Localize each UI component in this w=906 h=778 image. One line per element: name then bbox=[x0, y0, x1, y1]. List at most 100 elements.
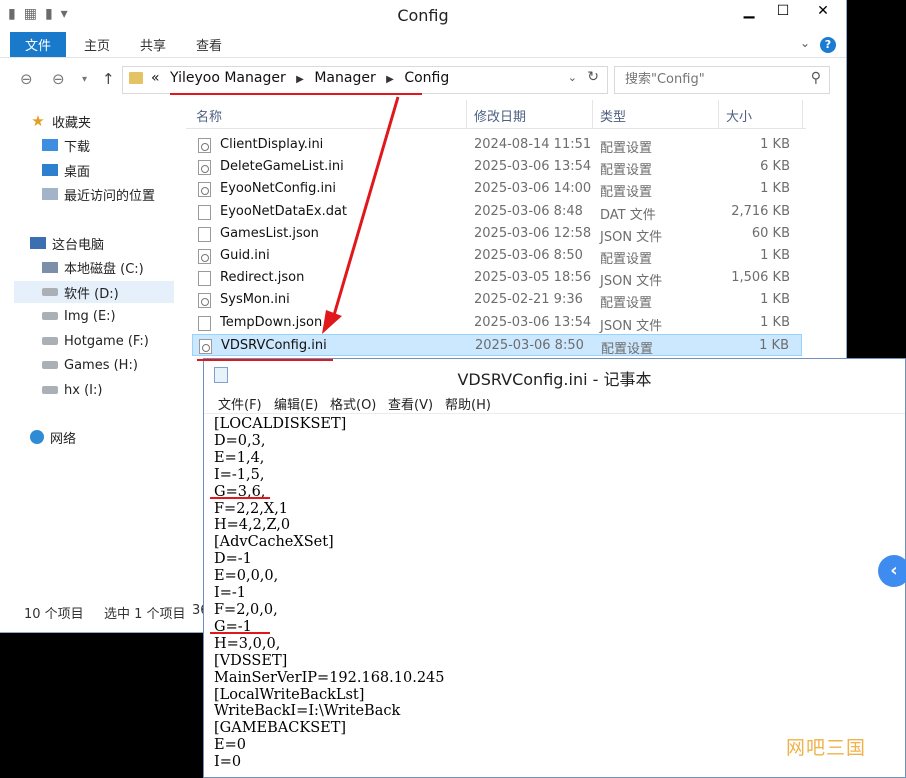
column-header-size[interactable]: 大小 bbox=[726, 106, 752, 125]
maximize-button[interactable]: ☐ bbox=[766, 0, 800, 22]
file-type: 配置设置 bbox=[600, 185, 653, 201]
file-row[interactable]: EyooNetConfig.ini 2025-03-06 14:00 配置设置 1 K… bbox=[192, 178, 802, 200]
menu-help[interactable]: 帮助(H) bbox=[445, 394, 491, 413]
file-name: Redirect.json bbox=[220, 270, 305, 286]
forward-arrow-icon[interactable]: ⊖ bbox=[52, 70, 65, 88]
explorer-titlebar: ▮ ▦ ▮ ▾ Config ▁ ☐ ✕ bbox=[0, 0, 846, 32]
notepad-text-area[interactable]: [LOCALDISKSET] D=0,3, E=1,4, I=-1,5, G=3… bbox=[214, 416, 445, 771]
sidebar-item-label: Hotgame (F:) bbox=[64, 333, 149, 349]
window-title: Config bbox=[397, 6, 449, 25]
breadcrumb-config[interactable]: Config bbox=[404, 70, 449, 86]
sidebar-item-favorites[interactable]: ★ 收藏夹 bbox=[30, 110, 91, 132]
sidebar-item-desktop[interactable]: 桌面 bbox=[42, 159, 90, 181]
tab-share[interactable]: 共享 bbox=[140, 35, 166, 54]
refresh-icon[interactable]: ↻ bbox=[587, 69, 599, 85]
file-size: 2,716 KB bbox=[731, 203, 790, 219]
drive-icon bbox=[42, 288, 58, 296]
file-row[interactable]: EyooNetDataEx.dat 2025-03-06 8:48 DAT 文件 2,… bbox=[192, 201, 802, 223]
sidebar-item-drive-d[interactable]: 软件 (D:) bbox=[14, 281, 174, 303]
search-icon[interactable]: ⚲ bbox=[811, 70, 821, 86]
file-row[interactable]: ClientDisplay.ini 2024-08-14 11:51 配置设置 1 K… bbox=[192, 134, 802, 156]
file-row[interactable]: SysMon.ini 2025-02-21 9:36 配置设置 1 KB bbox=[192, 289, 802, 311]
file-name: DeleteGameList.ini bbox=[220, 159, 344, 175]
file-date: 2025-03-06 14:00 bbox=[474, 181, 592, 197]
column-header-type[interactable]: 类型 bbox=[600, 106, 626, 125]
sidebar-item-label: 收藏夹 bbox=[52, 115, 92, 131]
folder-icon bbox=[129, 72, 143, 84]
drive-icon bbox=[42, 386, 58, 394]
back-arrow-icon[interactable]: ⊖ bbox=[20, 70, 33, 88]
file-row[interactable]: TempDown.json 2025-03-06 13:54 JSON 文件 1 KB bbox=[192, 312, 802, 334]
up-arrow-icon[interactable]: ↑ bbox=[102, 70, 115, 88]
side-collapse-button[interactable]: ‹ bbox=[878, 555, 906, 587]
file-name: Guid.ini bbox=[220, 248, 270, 263]
file-row[interactable]: Guid.ini 2025-03-06 8:50 配置设置 1 KB bbox=[192, 245, 802, 267]
sidebar-item-drive-h[interactable]: Games (H:) bbox=[42, 354, 138, 376]
menu-edit[interactable]: 编辑(E) bbox=[274, 394, 318, 413]
file-date: 2025-03-06 8:50 bbox=[474, 248, 583, 263]
chevron-right-icon[interactable]: ▶ bbox=[296, 74, 304, 85]
column-divider[interactable] bbox=[592, 100, 593, 128]
sidebar-item-label: hx (I:) bbox=[64, 382, 103, 398]
expand-ribbon-icon[interactable]: ⌄ bbox=[800, 36, 810, 50]
watermark-logo: 网吧三国 bbox=[786, 737, 867, 759]
column-headers: 名称 修改日期 类型 大小 bbox=[186, 100, 806, 129]
breadcrumb-overflow[interactable]: « bbox=[151, 70, 160, 86]
notepad-title: VDSRVConfig.ini - 记事本 bbox=[457, 370, 652, 389]
tab-view[interactable]: 查看 bbox=[196, 35, 222, 54]
desktop-icon bbox=[42, 164, 58, 176]
drive-icon bbox=[42, 312, 58, 320]
sidebar-item-downloads[interactable]: 下载 bbox=[42, 134, 90, 156]
recent-locations-icon[interactable]: ▾ bbox=[82, 74, 87, 85]
file-type: 配置设置 bbox=[600, 296, 653, 312]
sidebar-item-drive-f[interactable]: Hotgame (F:) bbox=[42, 330, 149, 352]
breadcrumb-manager[interactable]: Manager bbox=[314, 70, 375, 86]
search-input[interactable] bbox=[623, 71, 797, 88]
file-icon bbox=[198, 315, 211, 331]
tab-file[interactable]: 文件 bbox=[10, 32, 66, 57]
config-file-icon bbox=[198, 249, 211, 264]
minimize-button[interactable]: ▁ bbox=[732, 0, 766, 22]
column-divider[interactable] bbox=[466, 100, 467, 128]
sidebar-item-recent[interactable]: 最近访问的位置 bbox=[42, 183, 155, 205]
ribbon-tabs: 文件 主页 共享 查看 ⌄ ? bbox=[0, 32, 846, 58]
sidebar-item-drive-c[interactable]: 本地磁盘 (C:) bbox=[42, 256, 144, 278]
file-row[interactable]: VDSRVConfig.ini 2025-03-06 8:50 配置设置 1 KB bbox=[192, 333, 802, 357]
sidebar-item-drive-e[interactable]: Img (E:) bbox=[42, 305, 116, 327]
config-file-icon bbox=[198, 182, 211, 198]
column-header-date[interactable]: 修改日期 bbox=[474, 106, 526, 125]
file-size: 1,506 KB bbox=[731, 270, 790, 286]
sidebar-item-drive-i[interactable]: hx (I:) bbox=[42, 379, 102, 401]
file-row[interactable]: Redirect.json 2025-03-05 18:56 JSON 文件 1,50… bbox=[192, 267, 802, 289]
breadcrumb-yileyoo-manager[interactable]: Yileyoo Manager bbox=[170, 70, 286, 86]
notepad-titlebar: VDSRVConfig.ini - 记事本 bbox=[204, 359, 905, 391]
menu-format[interactable]: 格式(O) bbox=[330, 394, 376, 413]
file-type: JSON 文件 bbox=[600, 229, 663, 245]
config-file-icon bbox=[198, 138, 211, 153]
file-row[interactable]: DeleteGameList.ini 2025-03-06 13:54 配置设置 6 … bbox=[192, 156, 802, 178]
menu-file[interactable]: 文件(F) bbox=[218, 394, 262, 413]
column-divider[interactable] bbox=[802, 100, 803, 128]
sidebar-item-this-pc[interactable]: 这台电脑 bbox=[30, 232, 104, 254]
file-date: 2025-03-06 13:54 bbox=[474, 159, 592, 175]
tab-home[interactable]: 主页 bbox=[84, 35, 110, 54]
column-header-name[interactable]: 名称 bbox=[196, 106, 222, 125]
sidebar-item-label: Games (H:) bbox=[64, 357, 138, 373]
chevron-down-icon[interactable]: ⌄ bbox=[568, 71, 577, 84]
help-icon[interactable]: ? bbox=[820, 37, 836, 53]
file-size: 6 KB bbox=[760, 159, 790, 175]
chevron-right-icon[interactable]: ▶ bbox=[386, 74, 394, 85]
close-button[interactable]: ✕ bbox=[800, 0, 846, 22]
sidebar-item-network[interactable]: 网络 bbox=[30, 426, 76, 448]
address-bar[interactable]: « Yileyoo Manager ▶ Manager ▶ Config ⌄ ↻ bbox=[122, 66, 608, 94]
annotation-underline-path bbox=[170, 93, 422, 95]
file-size: 1 KB bbox=[760, 181, 790, 197]
file-row[interactable]: GamesList.json 2025-03-06 12:58 JSON 文件 60 … bbox=[192, 223, 802, 245]
column-divider[interactable] bbox=[718, 100, 719, 128]
menu-view[interactable]: 查看(V) bbox=[388, 394, 433, 413]
file-name: SysMon.ini bbox=[220, 292, 290, 308]
computer-icon bbox=[30, 237, 46, 249]
sidebar-item-label: 最近访问的位置 bbox=[64, 188, 156, 204]
file-type: JSON 文件 bbox=[600, 274, 663, 290]
file-name: EyooNetDataEx.dat bbox=[220, 203, 348, 219]
